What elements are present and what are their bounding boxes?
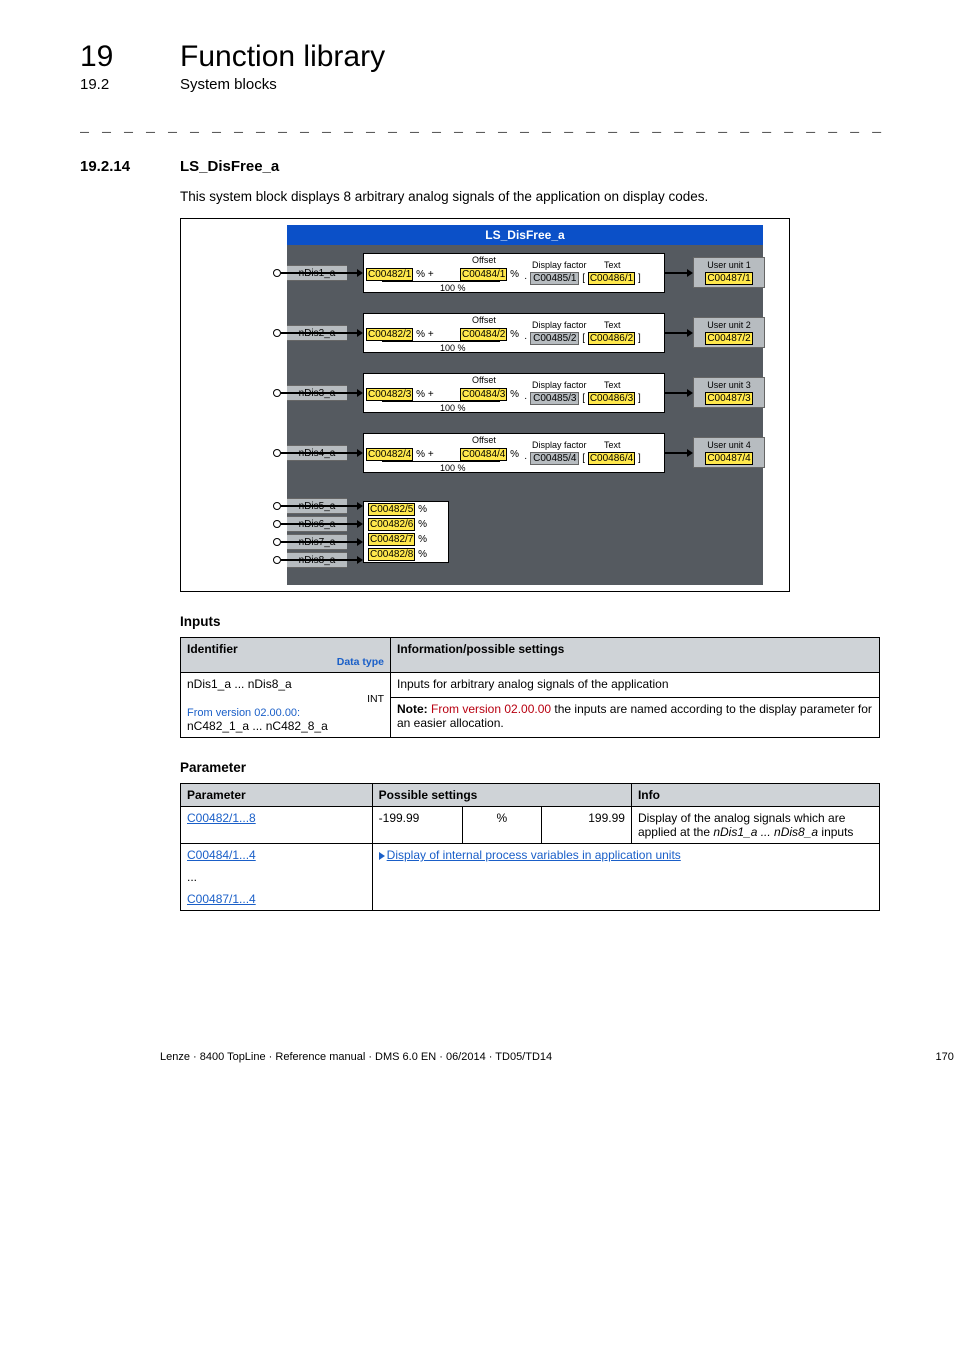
param-link-1[interactable]: C00482/1...8 [187, 811, 256, 825]
param-info: Display of the analog signals which are … [631, 807, 879, 844]
param-hi: 199.99 [541, 807, 631, 844]
subsection-number: 19.2.14 [80, 158, 140, 175]
inputs-table: Identifier Data type Information/possibl… [180, 637, 880, 738]
inputs-info-1: Inputs for arbitrary analog signals of t… [391, 673, 880, 698]
intro-text: This system block displays 8 arbitrary a… [180, 189, 894, 204]
note-version: From version 02.00.00 [428, 702, 555, 716]
calc-box-4: OffsetC00482/4 % +C00484/4 %Display fact… [363, 433, 665, 473]
user-unit-3: User unit 3C00487/3 [693, 377, 765, 408]
param-lo: -199.99 [372, 807, 462, 844]
param-internal-cell: Display of internal process variables in… [372, 844, 879, 911]
subsection-title: LS_DisFree_a [180, 158, 279, 175]
inputs-col1: Identifier [187, 642, 238, 656]
diagram-title: LS_DisFree_a [287, 225, 763, 245]
section-number: 19.2 [80, 76, 140, 93]
section-title: System blocks [180, 76, 277, 93]
user-unit-4: User unit 4C00487/4 [693, 437, 765, 468]
footer-page: 1703 [936, 1051, 954, 1063]
inputs-info-2: Note: From version 02.00.00 the inputs a… [391, 697, 880, 737]
from-version-label: From version 02.00.00: [187, 707, 300, 719]
chapter-title: Function library [180, 40, 385, 74]
parameter-table: Parameter Possible settings Info C00482/… [180, 783, 880, 911]
param-info-ital: nDis1_a ... nDis8_a [713, 825, 818, 839]
param-ellipsis: ... [181, 866, 373, 888]
divider: _ _ _ _ _ _ _ _ _ _ _ _ _ _ _ _ _ _ _ _ … [80, 119, 894, 136]
calc-box-2: OffsetC00482/2 % +C00484/2 %Display fact… [363, 313, 665, 353]
calc-box-1: OffsetC00482/1 % +C00484/1 %Display fact… [363, 253, 665, 293]
identifier-1: nDis1_a ... nDis8_a [187, 677, 292, 691]
param-h3: Info [631, 784, 879, 807]
footer-left: Lenze · 8400 TopLine · Reference manual … [160, 1051, 552, 1063]
block-diagram: LS_DisFree_a nDis1_aOffsetC00482/1 % +C0… [180, 218, 790, 592]
identifier-2: nC482_1_a ... nC482_8_a [187, 719, 328, 733]
param-link-3[interactable]: C00487/1...4 [187, 892, 256, 906]
inputs-identifier-cell: nDis1_a ... nDis8_a INT From version 02.… [181, 673, 391, 738]
stack-box: C00482/5 %C00482/6 %C00482/7 %C00482/8 % [363, 501, 449, 563]
param-h2: Possible settings [372, 784, 631, 807]
chapter-number: 19 [80, 40, 140, 74]
param-link-2[interactable]: C00484/1...4 [187, 848, 256, 862]
identifier-1-type: INT [187, 693, 384, 705]
inputs-col2: Information/possible settings [391, 638, 880, 673]
note-label: Note: [397, 702, 428, 716]
calc-box-3: OffsetC00482/3 % +C00484/3 %Display fact… [363, 373, 665, 413]
param-info-2: inputs [818, 825, 853, 839]
internal-link[interactable]: Display of internal process variables in… [387, 848, 681, 862]
parameter-heading: Parameter [180, 760, 894, 775]
param-h1: Parameter [181, 784, 373, 807]
inputs-heading: Inputs [180, 614, 894, 629]
triangle-icon [379, 852, 385, 860]
user-unit-2: User unit 2C00487/2 [693, 317, 765, 348]
user-unit-1: User unit 1C00487/1 [693, 257, 765, 288]
param-unit: % [462, 807, 541, 844]
inputs-col1-sub: Data type [187, 656, 384, 668]
